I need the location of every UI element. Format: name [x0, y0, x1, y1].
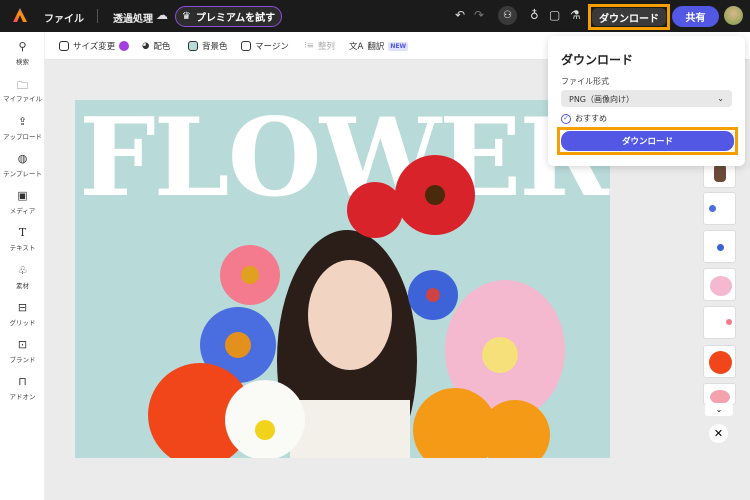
cloud-icon: ☁ — [156, 8, 168, 22]
swatch-icon — [188, 41, 198, 51]
comment-icon[interactable]: ▢ — [549, 8, 560, 22]
design-canvas[interactable]: FLOWER — [75, 100, 610, 458]
sidebar-item-addons[interactable]: ⊓ アドオン — [0, 375, 45, 401]
sidebar-item-search[interactable]: ⚲ 検索 — [0, 40, 45, 66]
crown-icon: ♛ — [181, 11, 191, 22]
sidebar-item-media[interactable]: ▣ メディア — [0, 189, 45, 215]
check-circle-icon: ✓ — [561, 113, 571, 124]
divider — [97, 9, 98, 23]
file-menu[interactable]: ファイル — [44, 10, 84, 25]
translate-button[interactable]: 文A 翻訳 NEW — [349, 40, 409, 52]
add-user-icon[interactable]: ⚇ — [498, 6, 517, 25]
share-button[interactable]: 共有 — [672, 6, 719, 27]
resize-icon — [59, 41, 69, 51]
chevron-down-icon: ⌄ — [717, 94, 724, 103]
sidebar-item-templates[interactable]: ◍ テンプレート — [0, 152, 45, 178]
margin-icon — [241, 41, 251, 51]
chevron-down-icon[interactable]: ⌄ — [705, 403, 733, 416]
adobe-express-logo[interactable] — [12, 7, 28, 23]
page-thumbnail[interactable] — [703, 192, 736, 225]
close-icon[interactable]: ✕ — [709, 424, 728, 443]
template-icon: ◍ — [17, 152, 28, 165]
download-button-highlight: ダウンロード — [557, 127, 738, 155]
text-icon: T — [18, 226, 27, 239]
flower-portrait-image[interactable] — [75, 100, 610, 458]
panel-title: ダウンロード — [561, 53, 634, 67]
sidebar: ⚲ 検索 🗀 マイファイル ⇪ アップロード ◍ テンプレート ▣ メディア T テキスト … — [0, 32, 45, 500]
avatar[interactable] — [724, 6, 743, 25]
grid-icon: ⊟ — [17, 301, 28, 314]
premium-trial-button[interactable]: ♛ プレミアムを試す — [175, 6, 282, 27]
sidebar-item-brand[interactable]: ⊡ ブランド — [0, 338, 45, 364]
media-icon: ▣ — [17, 189, 28, 202]
brand-icon: ⊡ — [17, 338, 28, 351]
lightbulb-icon[interactable]: ♁ — [530, 8, 539, 22]
background-color-button[interactable]: 背景色 — [188, 40, 228, 52]
document-title[interactable]: 透過処理 — [113, 10, 153, 25]
undo-icon[interactable]: ↶ — [455, 8, 465, 22]
resize-button[interactable]: サイズ変更 — [59, 40, 130, 52]
sidebar-item-grid[interactable]: ⊟ グリッド — [0, 301, 45, 327]
premium-crown-icon — [119, 41, 130, 51]
align-icon: ⁝≡ — [304, 41, 314, 51]
flask-icon[interactable]: ⚗ — [570, 8, 581, 22]
sidebar-item-text[interactable]: T テキスト — [0, 226, 45, 252]
page-thumbnail[interactable] — [703, 306, 736, 339]
sidebar-item-upload[interactable]: ⇪ アップロード — [0, 115, 45, 141]
color-button[interactable]: ◕ 配色 — [142, 40, 170, 52]
page-thumbnail[interactable] — [703, 230, 736, 263]
addon-icon: ⊓ — [18, 375, 27, 388]
recommended-label: ✓ おすすめ — [561, 113, 607, 124]
file-format-label: ファイル形式 — [561, 77, 609, 86]
palette-icon: ◕ — [142, 41, 150, 51]
download-top-button[interactable]: ダウンロード — [588, 4, 670, 30]
redo-icon[interactable]: ↷ — [474, 8, 484, 22]
elements-icon: ♧ — [17, 264, 28, 277]
download-button[interactable]: ダウンロード — [561, 131, 734, 151]
sidebar-item-my-files[interactable]: 🗀 マイファイル — [0, 77, 45, 103]
page-thumbnail[interactable] — [703, 268, 736, 301]
margin-button[interactable]: マージン — [241, 40, 289, 52]
page-thumbnail[interactable] — [703, 345, 736, 378]
translate-icon: 文A — [349, 42, 364, 52]
search-icon: ⚲ — [18, 40, 27, 53]
sidebar-item-elements[interactable]: ♧ 素材 — [0, 264, 45, 290]
page-thumbnail[interactable] — [703, 383, 736, 405]
upload-icon: ⇪ — [17, 115, 28, 128]
file-format-select[interactable]: PNG（画像向け） ⌄ — [561, 90, 732, 107]
folder-icon: 🗀 — [17, 79, 28, 92]
top-bar: ファイル 透過処理 ☁ ♛ プレミアムを試す ↶ ↷ ⚇ ♁ ▢ ⚗ ダウンロード… — [0, 0, 750, 32]
align-button[interactable]: ⁝≡ 整列 — [304, 40, 335, 52]
